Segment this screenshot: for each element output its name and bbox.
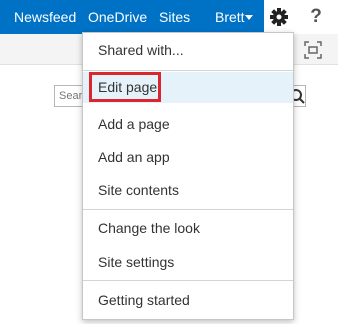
caret-down-icon bbox=[245, 15, 253, 20]
menu-item-add-page[interactable]: Add a page bbox=[83, 108, 293, 140]
nav-onedrive[interactable]: OneDrive bbox=[88, 0, 147, 34]
menu-item-shared-with[interactable]: Shared with... bbox=[83, 34, 293, 66]
menu-separator bbox=[83, 209, 293, 210]
menu-item-site-contents[interactable]: Site contents bbox=[83, 174, 293, 206]
nav-newsfeed[interactable]: Newsfeed bbox=[14, 0, 76, 34]
search-placeholder: Sear bbox=[59, 90, 83, 102]
user-menu-button[interactable]: Brett bbox=[202, 0, 264, 34]
gear-icon bbox=[270, 8, 288, 26]
menu-separator bbox=[83, 70, 293, 71]
focus-icon bbox=[304, 41, 322, 59]
help-button[interactable]: ? bbox=[294, 0, 338, 34]
menu-item-edit-page[interactable]: Edit page bbox=[83, 72, 293, 103]
menu-item-getting-started[interactable]: Getting started bbox=[83, 284, 293, 316]
settings-button[interactable] bbox=[264, 0, 294, 34]
menu-separator bbox=[83, 280, 293, 281]
help-icon: ? bbox=[310, 6, 322, 27]
nav-sites[interactable]: Sites bbox=[159, 0, 190, 34]
menu-item-site-settings[interactable]: Site settings bbox=[83, 246, 293, 278]
menu-item-add-app[interactable]: Add an app bbox=[83, 141, 293, 173]
menu-item-change-look[interactable]: Change the look bbox=[83, 212, 293, 244]
settings-menu: Shared with... Edit page Add a page Add … bbox=[82, 32, 294, 320]
focus-content-button[interactable] bbox=[303, 40, 323, 60]
user-name: Brett bbox=[215, 9, 245, 25]
